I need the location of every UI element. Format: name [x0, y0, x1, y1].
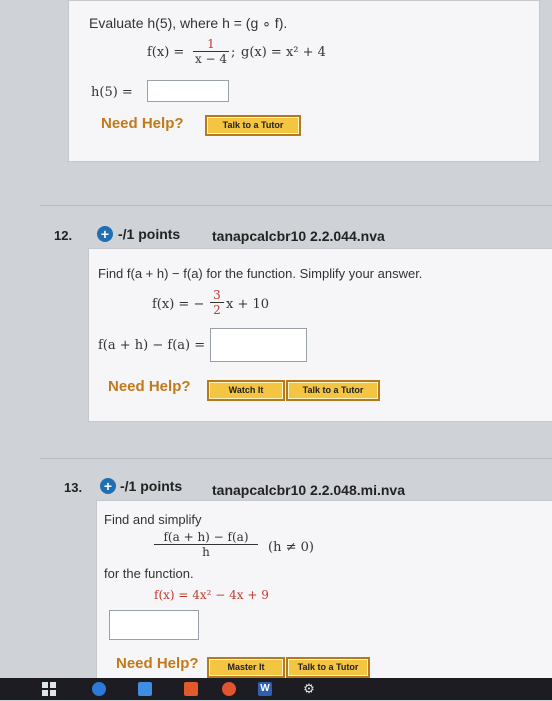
- q11-talk-to-tutor-button[interactable]: Talk to a Tutor: [205, 115, 301, 136]
- media-icon[interactable]: [222, 682, 236, 696]
- q12-number: 12.: [54, 228, 73, 243]
- q12-f-fraction: 3 2: [210, 288, 224, 317]
- question-11-panel: Evaluate h(5), where h = (g ∘ f). f(x) =…: [68, 0, 540, 162]
- word-icon[interactable]: W: [258, 682, 272, 696]
- q13-master-it-button[interactable]: Master It: [207, 657, 285, 678]
- q13-condition: (h ≠ 0): [268, 540, 314, 555]
- q13-prompt: Find and simplify: [104, 512, 202, 527]
- q11-f-numerator: 1: [193, 37, 229, 52]
- q13-expand-plus-icon[interactable]: +: [100, 478, 116, 494]
- q13-f-text: f(x) = 4x² − 4x + 9: [154, 588, 269, 602]
- q11-f-denominator: x − 4: [194, 52, 228, 66]
- q13-frac-numerator: f(a + h) − f(a): [154, 530, 258, 545]
- q11-answer-input[interactable]: [147, 80, 229, 102]
- q13-points: -/1 points: [120, 478, 183, 494]
- q11-f-lhs: f(x) =: [147, 45, 185, 60]
- q11-g-text: g(x) = x² + 4: [241, 45, 326, 60]
- q13-talk-to-tutor-button[interactable]: Talk to a Tutor: [286, 657, 370, 678]
- q11-f-fraction: 1 x − 4: [193, 37, 229, 66]
- q12-answer-label: f(a + h) − f(a) =: [98, 338, 206, 353]
- q12-talk-to-tutor-button[interactable]: Talk to a Tutor: [286, 380, 380, 401]
- q13-code: tanapcalcbr10 2.2.048.mi.nva: [212, 482, 405, 498]
- windows-start-icon[interactable]: [42, 682, 56, 696]
- q12-points: -/1 points: [118, 226, 181, 242]
- q13-need-help: Need Help?: [116, 655, 199, 672]
- settings-icon[interactable]: ⚙: [302, 682, 316, 696]
- q12-prompt: Find f(a + h) − f(a) for the function. S…: [98, 266, 423, 281]
- edge-browser-icon[interactable]: [92, 682, 106, 696]
- q12-watch-it-button[interactable]: Watch It: [207, 380, 285, 401]
- q13-answer-input[interactable]: [109, 610, 199, 640]
- q12-answer-input[interactable]: [210, 328, 307, 362]
- q12-expand-plus-icon[interactable]: +: [97, 226, 113, 242]
- q12-f-numerator: 3: [210, 288, 224, 303]
- q13-frac-denominator: h: [202, 545, 210, 559]
- divider-12: [40, 205, 552, 206]
- office-icon[interactable]: [184, 682, 198, 696]
- q11-answer-label: h(5) =: [91, 85, 133, 100]
- q12-code: tanapcalcbr10 2.2.044.nva: [212, 228, 385, 244]
- store-icon[interactable]: [138, 682, 152, 696]
- q12-need-help: Need Help?: [108, 378, 191, 395]
- q11-semicolon: ;: [231, 45, 236, 60]
- q11-prompt: Evaluate h(5), where h = (g ∘ f).: [89, 15, 288, 31]
- q12-f-rest: x + 10: [226, 297, 270, 312]
- windows-taskbar: W ⚙: [0, 678, 552, 700]
- divider-13: [40, 458, 552, 459]
- q12-f-denominator: 2: [213, 303, 221, 317]
- q13-difference-quotient: f(a + h) − f(a) h: [154, 530, 258, 559]
- q13-for-function: for the function.: [104, 566, 194, 581]
- q13-number: 13.: [64, 480, 83, 495]
- q12-f-lhs: f(x) = −: [152, 297, 205, 312]
- q11-need-help: Need Help?: [101, 115, 184, 132]
